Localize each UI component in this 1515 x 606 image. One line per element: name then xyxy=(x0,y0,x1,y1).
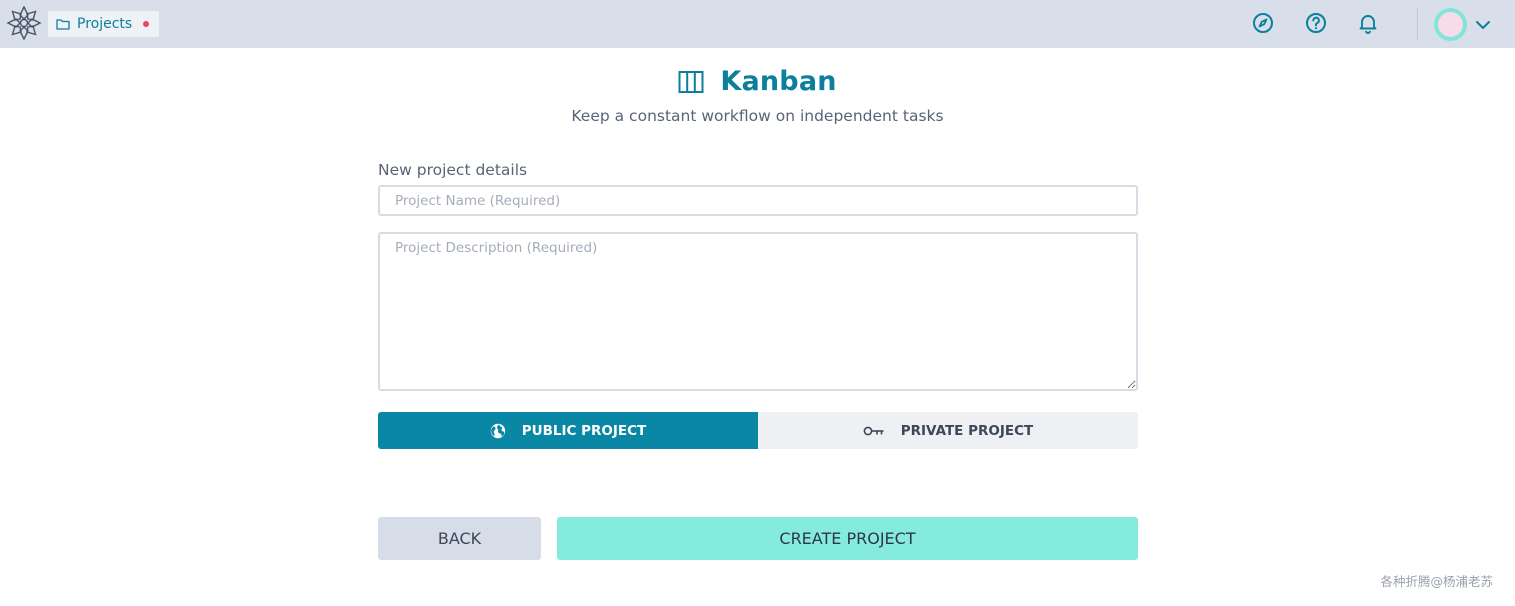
top-bar: Projects xyxy=(0,0,1515,48)
private-project-label: PRIVATE PROJECT xyxy=(900,422,1034,439)
project-description-input[interactable] xyxy=(378,232,1138,391)
public-project-label: PUBLIC PROJECT xyxy=(521,422,647,439)
page-heading: Kanban xyxy=(0,66,1515,97)
avatar-image xyxy=(1438,12,1463,37)
public-project-button[interactable]: PUBLIC PROJECT xyxy=(378,412,758,449)
projects-tab-label: Projects xyxy=(77,16,133,32)
form-section-label: New project details xyxy=(378,161,528,179)
toolbar-divider xyxy=(1417,8,1418,40)
projects-tab[interactable]: Projects xyxy=(48,11,160,37)
project-name-input[interactable] xyxy=(378,185,1138,216)
help-icon[interactable] xyxy=(1304,11,1328,35)
user-avatar[interactable] xyxy=(1434,8,1467,41)
kanban-columns-icon xyxy=(678,70,704,93)
key-icon xyxy=(863,426,884,435)
watermark-text: 各种折腾@杨浦老苏 xyxy=(1380,574,1493,589)
bell-icon[interactable] xyxy=(1356,11,1380,35)
globe-icon xyxy=(490,423,505,438)
private-project-button[interactable]: PRIVATE PROJECT xyxy=(758,412,1138,449)
page-subtitle: Keep a constant workflow on independent … xyxy=(571,107,944,125)
create-project-button[interactable]: CREATE PROJECT xyxy=(557,517,1138,560)
chevron-down-icon[interactable] xyxy=(1474,16,1492,34)
folder-icon xyxy=(56,19,70,30)
page-title: Kanban xyxy=(720,66,837,97)
back-button[interactable]: BACK xyxy=(378,517,541,560)
app-logo-icon[interactable] xyxy=(6,5,42,41)
visibility-toggle: PUBLIC PROJECT PRIVATE PROJECT xyxy=(378,412,1138,449)
unsaved-indicator-dot xyxy=(143,21,150,27)
compass-icon[interactable] xyxy=(1251,11,1275,35)
